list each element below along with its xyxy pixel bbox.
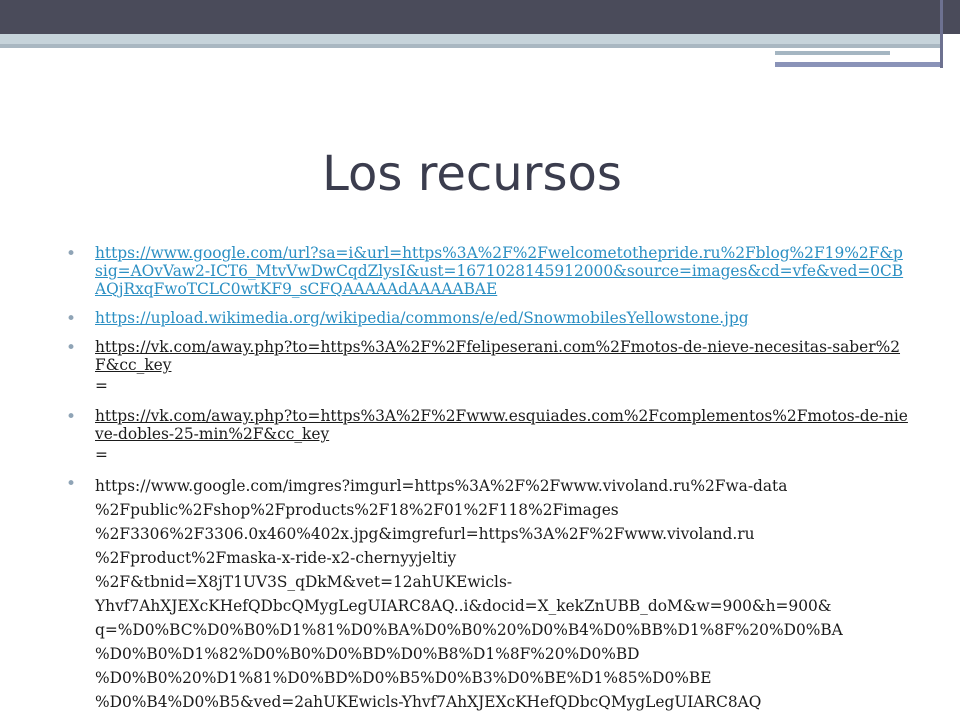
resource-link[interactable]: https://vk.com/away.php?to=https%3A%2F%2… [95,407,910,443]
slide-title: Los recursos [322,146,622,202]
list-item: https://vk.com/away.php?to=https%3A%2F%2… [66,407,910,465]
list-item: https://www.google.com/imgres?imgurl=htt… [66,474,910,714]
resource-link[interactable]: https://www.google.com/url?sa=i&url=http… [95,244,910,298]
url-line: %2F3306%2F3306.0x460%402x.jpg&imgrefurl=… [95,525,755,543]
header-bar [0,0,960,34]
resource-link[interactable]: https://vk.com/away.php?to=https%3A%2F%2… [95,338,910,374]
url-line: %2F&tbnid=X8jT1UV3S_qDkM&vet=12ahUKEwicl… [95,573,513,591]
header-band-mid [0,44,940,48]
list-item: https://upload.wikimedia.org/wikipedia/c… [66,309,910,329]
url-line: %D0%B0%D1%82%D0%B0%D0%BD%D0%B8%D1%8F%20%… [95,645,640,663]
url-line: %2Fpublic%2Fshop%2Fproducts%2F18%2F01%2F… [95,501,619,519]
url-line: q=%D0%BC%D0%B0%D1%81%D0%BA%D0%B0%20%D0%B… [95,621,843,639]
resource-list: https://www.google.com/url?sa=i&url=http… [66,244,910,714]
link-suffix: = [95,377,108,395]
url-line: %D0%B4%D0%B5&ved=2ahUKEwicls-Yhvf7AhXJEX… [95,693,762,711]
link-suffix: = [95,446,108,464]
header-band-light [0,34,940,44]
header-accent-strip [775,62,943,67]
list-item: https://www.google.com/url?sa=i&url=http… [66,244,910,298]
resource-link[interactable]: https://upload.wikimedia.org/wikipedia/c… [95,309,910,327]
url-line: Yhvf7AhXJEXcKHefQDbcQMygLegUIARC8AQ..i&d… [95,597,832,615]
header-accent-strip [775,51,890,55]
url-line: https://www.google.com/imgres?imgurl=htt… [95,477,788,495]
resource-url-text: https://www.google.com/imgres?imgurl=htt… [95,474,910,714]
url-line: %2Fproduct%2Fmaska-x-ride-x2-chernyyjelt… [95,549,457,567]
header-divider-line [940,0,943,68]
list-item: https://vk.com/away.php?to=https%3A%2F%2… [66,338,910,396]
url-line: %D0%B0%20%D1%81%D0%BD%D0%B5%D0%B3%D0%BE%… [95,669,712,687]
